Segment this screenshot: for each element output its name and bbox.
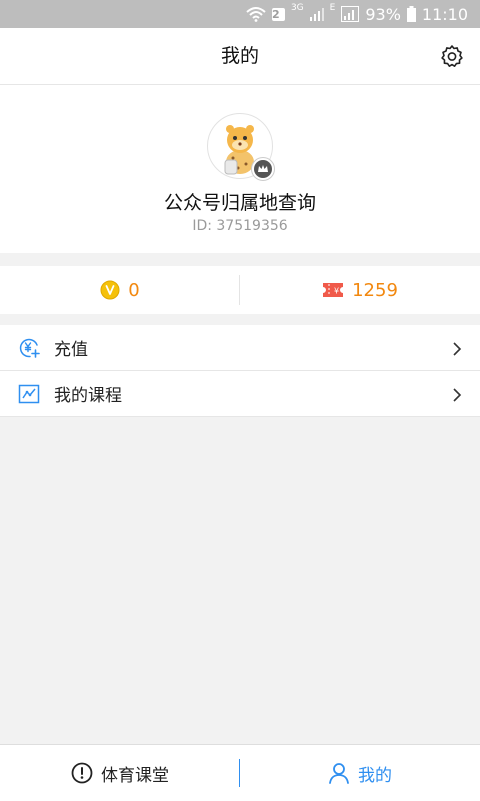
person-icon bbox=[328, 762, 350, 784]
wifi-icon bbox=[246, 6, 266, 22]
tickets-value: 1259 bbox=[352, 279, 398, 301]
coins-stat[interactable]: 0 bbox=[0, 266, 240, 314]
info-circle-icon bbox=[71, 762, 93, 784]
tickets-stat[interactable]: ¥ 1259 bbox=[240, 266, 480, 314]
menu-item-my-courses[interactable]: 我的课程 bbox=[0, 371, 480, 417]
course-chart-icon bbox=[18, 383, 40, 405]
nav-divider bbox=[239, 759, 240, 787]
vip-badge-icon bbox=[251, 157, 275, 181]
menu-list: 充值 我的课程 bbox=[0, 325, 480, 417]
coins-value: 0 bbox=[128, 279, 140, 301]
battery-icon bbox=[406, 6, 416, 22]
ticket-icon: ¥ bbox=[322, 281, 344, 299]
page-header: 我的 bbox=[0, 28, 480, 85]
signal-icon-2 bbox=[341, 6, 360, 22]
menu-item-label: 充值 bbox=[54, 340, 88, 360]
user-id: ID: 37519356 bbox=[192, 218, 288, 234]
nav-tab-mine[interactable]: 我的 bbox=[240, 745, 480, 801]
status-bar: 2 3G E 93% 11:10 bbox=[0, 0, 480, 28]
stats-divider bbox=[239, 275, 240, 305]
sim-badge: 2 bbox=[271, 7, 285, 21]
battery-percent: 93% bbox=[365, 4, 401, 24]
chevron-right-icon bbox=[452, 387, 462, 402]
network-3g-label: 3G bbox=[290, 3, 304, 13]
nav-tab-label: 我的 bbox=[358, 765, 392, 786]
menu-item-label: 我的课程 bbox=[54, 386, 122, 406]
page-title: 我的 bbox=[220, 45, 259, 67]
gear-icon[interactable] bbox=[440, 44, 464, 68]
chevron-right-icon bbox=[452, 341, 462, 356]
profile-card: 公众号归属地查询 ID: 37519356 bbox=[0, 85, 480, 253]
nav-tab-label: 体育课堂 bbox=[101, 765, 169, 786]
clock: 11:10 bbox=[421, 4, 468, 24]
user-nickname: 公众号归属地查询 bbox=[163, 192, 316, 214]
menu-item-recharge[interactable]: 充值 bbox=[0, 325, 480, 371]
recharge-yuan-icon bbox=[18, 337, 40, 359]
bottom-nav: 体育课堂 我的 bbox=[0, 744, 480, 801]
stats-bar: 0 ¥ 1259 bbox=[0, 266, 480, 314]
network-e-label: E bbox=[329, 3, 336, 13]
nav-tab-sports-class[interactable]: 体育课堂 bbox=[0, 745, 240, 801]
signal-icon bbox=[309, 7, 324, 21]
coin-icon bbox=[100, 280, 120, 300]
svg-text:¥: ¥ bbox=[334, 287, 339, 296]
